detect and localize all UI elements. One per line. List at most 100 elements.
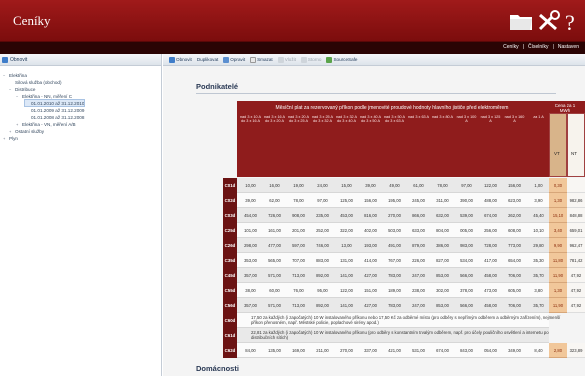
table-cell: 29,80 — [533, 243, 544, 248]
row-code: C55d — [223, 283, 237, 298]
nav-link-ceniky[interactable]: Ceníky — [501, 44, 521, 50]
table-cell: 534,00 — [460, 258, 473, 263]
table-cell: 39,00 — [365, 183, 376, 188]
nt-price-cell: 659,01 — [567, 223, 585, 238]
row-code: C02d — [223, 193, 237, 208]
edit-button[interactable]: Opravit — [223, 56, 245, 63]
table-cell: 337,00 — [364, 348, 377, 353]
column-header: nad 3 x 16 A do 3 x 20 A — [263, 115, 286, 124]
table-cell: 427,00 — [364, 273, 377, 278]
table-cell: 311,00 — [436, 198, 449, 203]
column-header: nad 3 x 32 A do 3 x 40 A — [335, 115, 358, 124]
table-cell: 169,00 — [292, 348, 305, 353]
column-header: nad 3 x 125 A — [480, 115, 501, 124]
vt-price-cell: 0,30 — [549, 178, 567, 193]
delete-icon — [250, 56, 257, 63]
table-row[interactable]: C62d 84,00 135,00 169,00 211,00 270,00 337,00 4… — [223, 343, 585, 358]
sourcesafe-button[interactable]: SourceSafe — [326, 56, 357, 63]
table-cell: 245,00 — [412, 198, 425, 203]
row-note: 22,81 za každých (i započatých) 10 W ins… — [251, 330, 549, 341]
tree-toggle[interactable]: + — [9, 129, 13, 134]
tree-item-2009[interactable]: 01.01.2009 až 31.12.2009 — [25, 107, 84, 113]
row-body: 84,00 135,00 169,00 211,00 270,00 337,00 421,0… — [237, 343, 549, 358]
table-cell: 458,00 — [484, 303, 497, 308]
table-cell: 827,00 — [436, 258, 449, 263]
table-cell: 706,00 — [508, 273, 521, 278]
table-row[interactable]: C03d 454,00 726,00 908,00 235,00 453,00 816,00… — [223, 208, 585, 223]
tree-item-silova-sluzba[interactable]: Silová služba (obchod) — [9, 79, 61, 85]
table-row[interactable]: C56d 357,00 571,00 713,00 892,00 141,00 427,00… — [223, 298, 585, 313]
refresh-button[interactable]: Obnovit — [169, 56, 192, 63]
help-icon[interactable]: ? — [561, 9, 585, 33]
folder-icon[interactable] — [508, 9, 534, 33]
table-cell: 235,00 — [316, 213, 329, 218]
detail-toolbar: Obnovit Duplikovat Opravit Smazat Vložit… — [163, 54, 585, 66]
table-cell: 773,00 — [508, 243, 521, 248]
tree-toggle[interactable]: + — [16, 122, 20, 127]
tree-item-2010[interactable]: 01.01.2010 až 31.12.2010 — [23, 99, 86, 107]
tree-item-nn-mereni-c[interactable]: − Elektřina - NN, měření C — [16, 93, 72, 99]
table-row[interactable]: C61d 22,81 za každých (i započatých) 10 W… — [223, 328, 585, 343]
section-title-domacnosti: Domácnosti — [196, 364, 239, 373]
cancel-button[interactable]: Storno — [300, 56, 322, 63]
vt-price-cell: 1,30 — [549, 283, 567, 298]
tree-item-elektrina[interactable]: − Elektřina — [3, 72, 27, 78]
nav-link-nastaveni[interactable]: Nastaven — [556, 44, 581, 50]
table-cell: 135,00 — [268, 348, 281, 353]
table-cell: 378,00 — [460, 288, 473, 293]
table-cell: 866,00 — [412, 213, 425, 218]
tree-toggle[interactable]: − — [9, 87, 13, 92]
table-cell: 353,00 — [244, 258, 257, 263]
nt-price-cell: 323,89 — [567, 343, 585, 358]
table-cell: 816,00 — [364, 213, 377, 218]
tree-item-plyn[interactable]: + Plyn — [3, 135, 18, 141]
table-row[interactable]: C26d 298,00 477,00 597,00 746,00 13,00 193,00 4… — [223, 238, 585, 253]
table-cell: 853,00 — [436, 303, 449, 308]
nav-link-ciselniky[interactable]: Číselníky — [526, 44, 551, 50]
table-row[interactable]: C02d 39,00 62,00 78,00 97,00 125,00 156,00 195,… — [223, 193, 585, 208]
cancel-button-label: Storno — [307, 57, 322, 62]
table-cell: 605,00 — [508, 288, 521, 293]
tree-item-2008[interactable]: 01.01.2008 až 31.12.2008 — [25, 114, 84, 120]
table-row[interactable]: C45d 357,00 571,00 713,00 892,00 141,00 427,00… — [223, 268, 585, 283]
app-title: Ceníky — [13, 13, 51, 28]
tree-toggle[interactable]: − — [16, 94, 20, 99]
table-cell: 302,00 — [436, 288, 449, 293]
delete-button[interactable]: Smazat — [250, 56, 273, 63]
table-cell: 247,00 — [412, 303, 425, 308]
row-code: C01d — [223, 178, 237, 193]
column-header: za 1 A — [533, 115, 544, 119]
table-cell: 195,00 — [388, 198, 401, 203]
tree-item-vn-mereni-ab[interactable]: + Elektřina - VN, měření A/B — [16, 121, 76, 127]
tree-toggle[interactable]: + — [3, 136, 7, 141]
tools-icon[interactable] — [536, 9, 562, 33]
tree-toggle[interactable]: − — [3, 73, 7, 78]
table-cell: 054,00 — [484, 348, 497, 353]
table-cell: 566,00 — [460, 273, 473, 278]
nt-price-cell — [567, 178, 585, 193]
table-cell: 1,00 — [534, 183, 543, 188]
table-cell: 453,00 — [340, 213, 353, 218]
table-cell: 3,90 — [534, 198, 543, 203]
table-cell: 256,00 — [484, 228, 497, 233]
table-row[interactable]: C60d 17,50 za každých (i započatých) 10 W… — [223, 313, 585, 328]
tree-refresh-button[interactable]: Obnovit — [2, 55, 27, 64]
table-cell: 713,00 — [292, 273, 305, 278]
table-cell: 390,00 — [460, 198, 473, 203]
table-cell: 565,00 — [268, 258, 281, 263]
paste-button[interactable]: Vložit — [277, 56, 296, 63]
column-header: nad 3 x 40 A do 3 x 50 A — [359, 115, 382, 124]
table-row[interactable]: C25d 101,00 161,00 201,00 252,00 322,00 402,00… — [223, 223, 585, 238]
tree-item-ostatni-sluzby[interactable]: + Ostatní služby — [9, 128, 44, 134]
tree-item-distribuce[interactable]: − Distribuce — [9, 86, 35, 92]
nt-price-cell: 962,47 — [567, 238, 585, 253]
table-cell: 151,00 — [364, 288, 377, 293]
row-code: C03d — [223, 208, 237, 223]
table-row[interactable]: C55d 38,00 60,00 76,00 95,00 122,00 151,00 189,… — [223, 283, 585, 298]
table-cell: 892,00 — [316, 273, 329, 278]
table-cell: 783,00 — [388, 273, 401, 278]
table-row[interactable]: C01d 10,00 16,00 19,00 24,00 15,00 39,00 49,00 6… — [223, 178, 585, 193]
duplicate-button[interactable]: Duplikovat — [197, 57, 218, 62]
table-row[interactable]: C35d 353,00 565,00 707,00 883,00 131,00 414,00… — [223, 253, 585, 268]
table-cell: 78,00 — [437, 183, 448, 188]
